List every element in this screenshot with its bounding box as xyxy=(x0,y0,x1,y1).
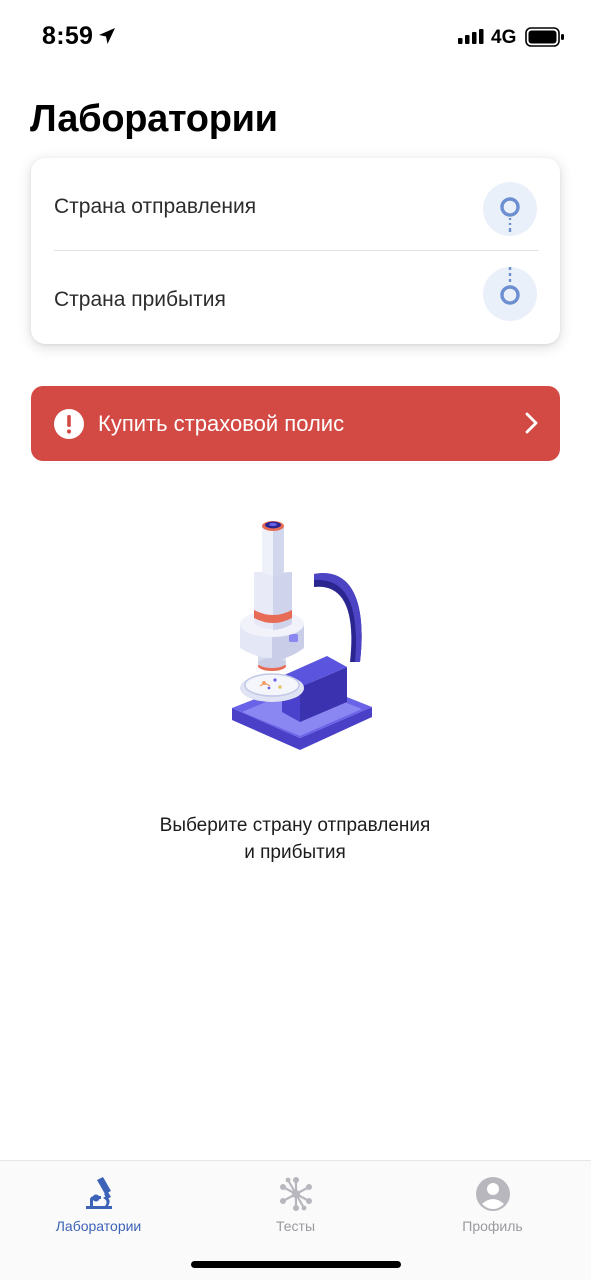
battery-icon xyxy=(525,27,564,47)
microscope-illustration xyxy=(232,521,372,750)
home-indicator[interactable] xyxy=(191,1261,401,1268)
empty-state-line-1: Выберите страну отправления xyxy=(159,815,431,836)
arrival-country-label: Страна прибытия xyxy=(54,288,226,311)
chevron-right-icon xyxy=(525,412,538,434)
buy-insurance-label: Купить страховой полис xyxy=(98,411,345,436)
tab-tests-label: Тесты xyxy=(275,1218,316,1234)
signal-icon xyxy=(458,29,484,44)
status-bar: 8:59 4G xyxy=(0,0,591,76)
tab-profile-label: Профиль xyxy=(462,1218,523,1234)
empty-state-line-2: и прибытия xyxy=(244,842,346,863)
alert-icon xyxy=(54,409,84,439)
tab-laboratories-label: Лаборатории xyxy=(55,1218,142,1234)
departure-country-label: Страна отправления xyxy=(54,195,257,218)
tab-profile[interactable]: Профиль xyxy=(394,1161,591,1241)
screen: 8:59 4G Лаборатории Страна отправления С… xyxy=(0,0,591,1280)
arrival-country-row[interactable]: Страна прибытия xyxy=(31,251,560,344)
buy-insurance-button[interactable]: Купить страховой полис xyxy=(31,386,560,461)
route-card: Страна отправления Страна прибытия xyxy=(31,158,560,344)
profile-icon xyxy=(476,1177,510,1211)
molecule-icon xyxy=(280,1177,312,1211)
page-title: Лаборатории xyxy=(30,98,278,140)
departure-pin-icon xyxy=(483,182,537,236)
network-type: 4G xyxy=(491,27,517,48)
tab-tests[interactable]: Тесты xyxy=(197,1161,394,1241)
status-time: 8:59 xyxy=(42,22,94,50)
arrival-pin-icon xyxy=(483,267,537,321)
tab-laboratories[interactable]: Лаборатории xyxy=(0,1161,197,1241)
departure-country-row[interactable]: Страна отправления xyxy=(31,158,560,251)
microscope-icon xyxy=(86,1177,112,1209)
empty-state-message: Выберите страну отправления и прибытия xyxy=(95,812,495,866)
location-arrow-icon xyxy=(99,28,115,44)
